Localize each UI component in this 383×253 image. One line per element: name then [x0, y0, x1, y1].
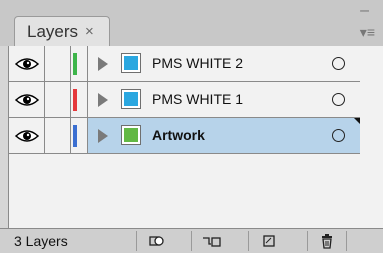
lock-toggle[interactable] — [45, 118, 71, 153]
lock-toggle[interactable] — [45, 46, 71, 81]
visibility-toggle[interactable] — [9, 82, 45, 117]
layer-main[interactable]: Artwork — [87, 118, 360, 153]
layer-thumbnail — [121, 89, 141, 109]
layer-count: 3 Layers — [14, 233, 68, 249]
layer-main[interactable]: PMS WHITE 1 — [87, 82, 360, 117]
panel-menu-icon[interactable]: ▾≡ — [360, 24, 375, 41]
layer-color-swatch — [73, 125, 77, 147]
layer-name[interactable]: PMS WHITE 2 — [152, 55, 243, 71]
sublayer-icon — [202, 237, 221, 247]
layer-row[interactable]: Artwork — [9, 118, 360, 154]
new-layer-icon — [262, 235, 275, 247]
delete-layer-button[interactable] — [307, 231, 347, 251]
tab-title: Layers — [27, 21, 79, 41]
panel-footer: 3 Layers — [0, 228, 383, 253]
expand-arrow-icon[interactable] — [98, 57, 108, 71]
target-icon[interactable] — [332, 57, 345, 70]
layers-panel: Layers × – ▾≡ PMS WHITE 2 PMS WHITE 1 Ar… — [0, 0, 383, 253]
eye-icon — [14, 93, 39, 106]
layer-name[interactable]: PMS WHITE 1 — [152, 91, 243, 107]
layer-name[interactable]: Artwork — [152, 127, 205, 143]
eye-icon — [14, 57, 39, 70]
collapse-icon[interactable]: – — [360, 3, 369, 19]
scroll-gutter[interactable] — [360, 46, 383, 228]
eye-icon — [14, 129, 39, 142]
layer-thumbnail — [121, 53, 141, 73]
create-sublayer-button[interactable] — [191, 231, 231, 251]
trash-icon — [322, 233, 332, 249]
layer-color-swatch — [73, 53, 77, 75]
clipping-mask-icon — [148, 236, 164, 246]
lock-toggle[interactable] — [45, 82, 71, 117]
layer-color-swatch — [73, 89, 77, 111]
create-new-layer-button[interactable] — [248, 231, 288, 251]
visibility-toggle[interactable] — [9, 118, 45, 153]
layer-row[interactable]: PMS WHITE 2 — [9, 46, 360, 82]
layer-list: PMS WHITE 2 PMS WHITE 1 Artwork — [8, 46, 383, 228]
target-icon[interactable] — [332, 93, 345, 106]
layer-main[interactable]: PMS WHITE 2 — [87, 46, 360, 81]
layer-thumbnail — [121, 125, 141, 145]
target-icon[interactable] — [332, 129, 345, 142]
tab-layers[interactable]: Layers × — [14, 16, 110, 46]
tab-strip: Layers × – ▾≡ — [0, 0, 383, 46]
expand-arrow-icon[interactable] — [98, 93, 108, 107]
expand-arrow-icon[interactable] — [98, 129, 108, 143]
close-icon[interactable]: × — [85, 23, 94, 40]
layer-row[interactable]: PMS WHITE 1 — [9, 82, 360, 118]
visibility-toggle[interactable] — [9, 46, 45, 81]
make-clipping-mask-button[interactable] — [136, 231, 176, 251]
